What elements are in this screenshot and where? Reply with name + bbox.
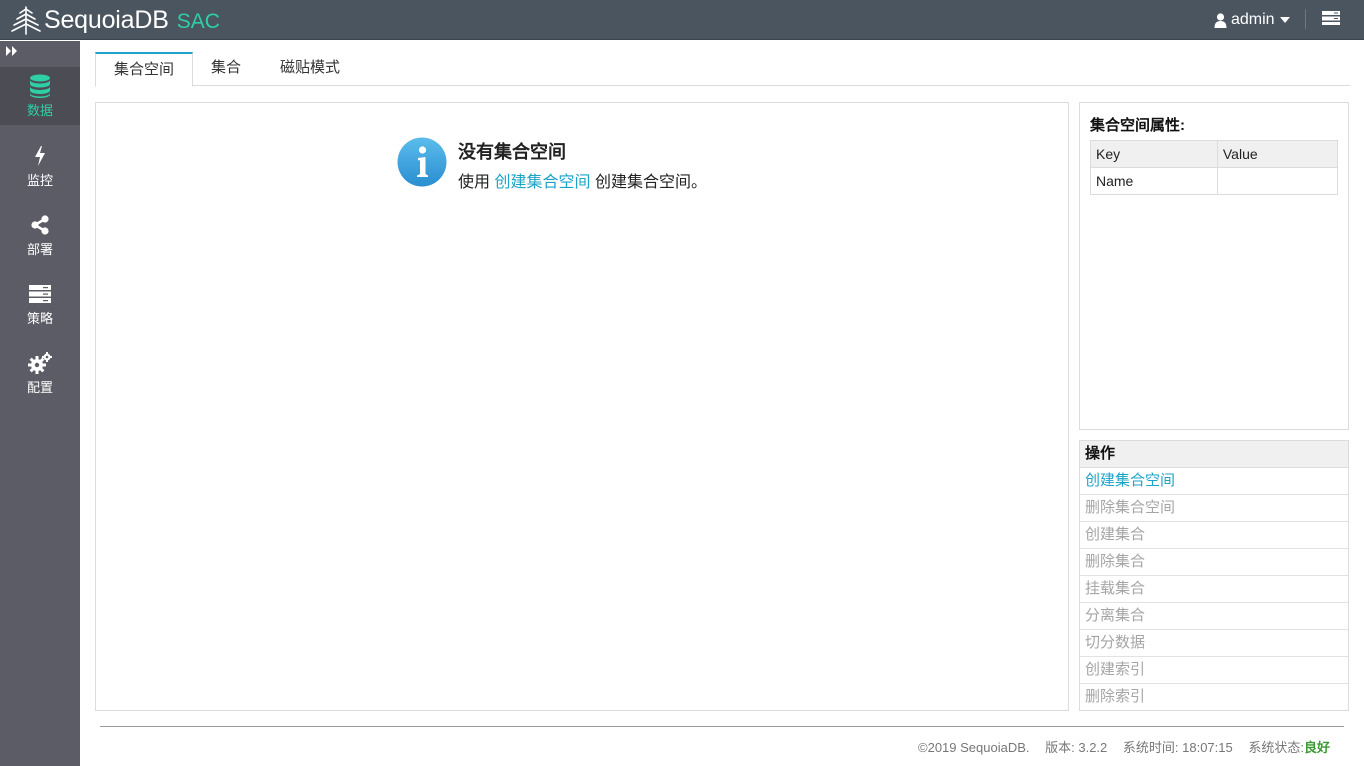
double-chevron-right-icon[interactable] — [5, 45, 19, 57]
share-nodes-icon — [28, 213, 52, 237]
op-split-data[interactable]: 切分数据 — [1080, 630, 1348, 657]
sidebar-item-policy[interactable]: 策略 — [0, 275, 80, 333]
brand-suffix: SAC — [176, 10, 220, 33]
sidebar-item-data[interactable]: 数据 — [0, 67, 80, 125]
main-content-panel: 没有集合空间 使用 创建集合空间 创建集合空间。 — [95, 102, 1069, 711]
column-header-key: Key — [1090, 140, 1218, 168]
system-time-text: 系统时间: 18:07:15 — [1122, 740, 1233, 755]
header-divider — [1305, 9, 1306, 29]
sidebar-item-label: 策略 — [26, 310, 53, 326]
sidebar-item-deploy[interactable]: 部署 — [0, 206, 80, 264]
table-row: Name — [1090, 167, 1339, 195]
version-text: 版本: 3.2.2 — [1045, 740, 1108, 755]
operations-panel: 操作 创建集合空间 删除集合空间 创建集合 删除集合 挂载集合 分离集合 切分数… — [1079, 440, 1349, 711]
sequoia-tree-icon — [11, 6, 41, 35]
user-menu[interactable]: admin — [1214, 10, 1290, 30]
op-delete-collection[interactable]: 删除集合 — [1080, 549, 1348, 576]
tab-collections[interactable]: 集合 — [201, 52, 251, 86]
brand-name: SequoiaDB — [44, 5, 169, 34]
sidebar-item-monitor[interactable]: 监控 — [0, 137, 80, 195]
system-status-value: 良好 — [1303, 740, 1330, 755]
database-icon — [28, 74, 52, 98]
user-name: admin — [1231, 11, 1275, 28]
logo[interactable]: SequoiaDB SAC — [10, 4, 220, 36]
tab-tile-mode[interactable]: 磁贴模式 — [275, 52, 345, 86]
create-collection-space-link[interactable]: 创建集合空间 — [494, 174, 590, 191]
system-status-label: 系统状态: — [1248, 740, 1304, 755]
op-create-collection-space[interactable]: 创建集合空间 — [1080, 468, 1348, 495]
info-icon — [397, 137, 447, 187]
sidebar-item-config[interactable]: 配置 — [0, 344, 80, 402]
top-header: SequoiaDB SAC admin — [0, 0, 1364, 40]
property-value — [1216, 167, 1339, 195]
property-key: Name — [1090, 167, 1218, 195]
empty-state-suffix: 创建集合空间。 — [594, 174, 707, 191]
op-delete-index[interactable]: 删除索引 — [1080, 684, 1348, 711]
column-header-value: Value — [1216, 140, 1339, 168]
footer-divider — [100, 726, 1344, 727]
tab-bar: 集合空间 集合 磁贴模式 — [95, 52, 1350, 87]
sidebar-item-label: 部署 — [26, 241, 53, 257]
op-detach-collection[interactable]: 分离集合 — [1080, 603, 1348, 630]
sidebar-item-label: 数据 — [26, 102, 53, 118]
sidebar-item-label: 监控 — [26, 172, 53, 188]
copyright-text: ©2019 SequoiaDB. — [918, 740, 1030, 755]
tab-collection-spaces[interactable]: 集合空间 — [95, 52, 193, 87]
gears-icon — [28, 351, 52, 375]
chevron-down-icon — [1279, 17, 1290, 23]
empty-state-prefix: 使用 — [458, 174, 491, 191]
operations-title: 操作 — [1080, 441, 1348, 468]
bolt-icon — [28, 144, 52, 168]
server-stack-icon — [28, 282, 52, 306]
op-create-collection[interactable]: 创建集合 — [1080, 522, 1348, 549]
table-header-row: Key Value — [1090, 140, 1339, 168]
op-delete-collection-space[interactable]: 删除集合空间 — [1080, 495, 1348, 522]
empty-state-title: 没有集合空间 — [458, 142, 566, 163]
footer: ©2019 SequoiaDB. 版本: 3.2.2 系统时间: 18:07:1… — [906, 737, 1330, 756]
sidebar: 数据 监控 部署 策略 配置 — [0, 41, 80, 766]
properties-table: Key Value Name — [1090, 140, 1339, 195]
op-attach-collection[interactable]: 挂载集合 — [1080, 576, 1348, 603]
empty-state-description: 使用 创建集合空间 创建集合空间。 — [458, 168, 707, 192]
properties-panel: 集合空间属性: Key Value Name — [1079, 102, 1349, 430]
server-list-icon[interactable] — [1322, 10, 1340, 26]
sidebar-item-label: 配置 — [26, 379, 53, 395]
user-icon — [1214, 12, 1227, 28]
op-create-index[interactable]: 创建索引 — [1080, 657, 1348, 684]
properties-title: 集合空间属性: — [1090, 117, 1185, 134]
